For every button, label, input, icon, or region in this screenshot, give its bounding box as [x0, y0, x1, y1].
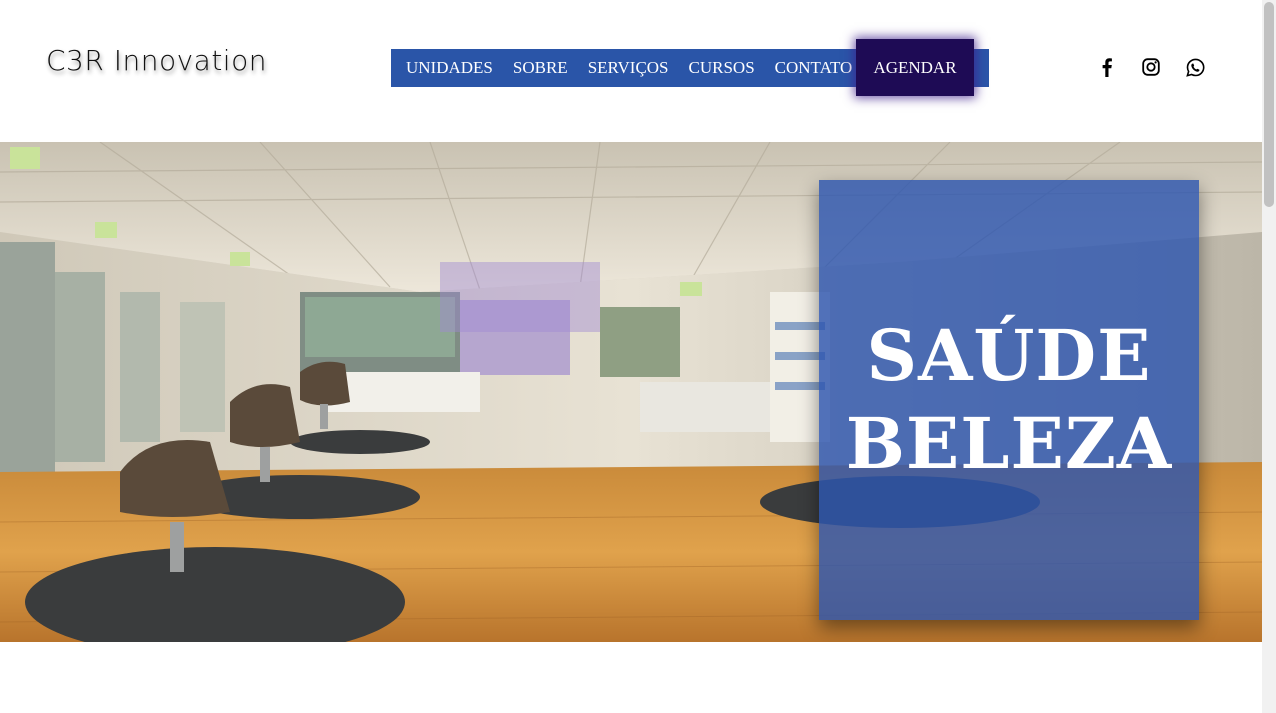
nav-item-unidades[interactable]: UNIDADES [406, 58, 493, 78]
nav-item-cursos[interactable]: CURSOS [689, 58, 755, 78]
nav-item-sobre[interactable]: SOBRE [513, 58, 568, 78]
nav-item-servicos[interactable]: SERVIÇOS [588, 58, 669, 78]
instagram-link[interactable] [1140, 56, 1162, 78]
page-scrollbar[interactable] [1262, 0, 1276, 713]
whatsapp-link[interactable] [1184, 56, 1206, 78]
brand-logo[interactable]: C3R Innovation [46, 44, 267, 77]
nav-item-contato[interactable]: CONTATO [775, 58, 853, 78]
hero-headline-line2: BELEZA [845, 402, 1173, 485]
page: C3R Innovation UNIDADES SOBRE SERVIÇOS C… [0, 0, 1276, 713]
agendar-button[interactable]: AGENDAR [856, 39, 974, 96]
hero-banner: SAÚDE BELEZA [0, 142, 1262, 642]
hero-headline-line1: SAÚDE [866, 314, 1152, 397]
hero-overlay-panel: SAÚDE BELEZA [819, 180, 1199, 620]
instagram-icon [1142, 58, 1160, 76]
facebook-icon [1098, 57, 1116, 77]
scrollbar-thumb[interactable] [1264, 2, 1274, 207]
facebook-link[interactable] [1096, 56, 1118, 78]
whatsapp-icon [1185, 58, 1205, 77]
site-header: C3R Innovation UNIDADES SOBRE SERVIÇOS C… [0, 0, 1262, 142]
